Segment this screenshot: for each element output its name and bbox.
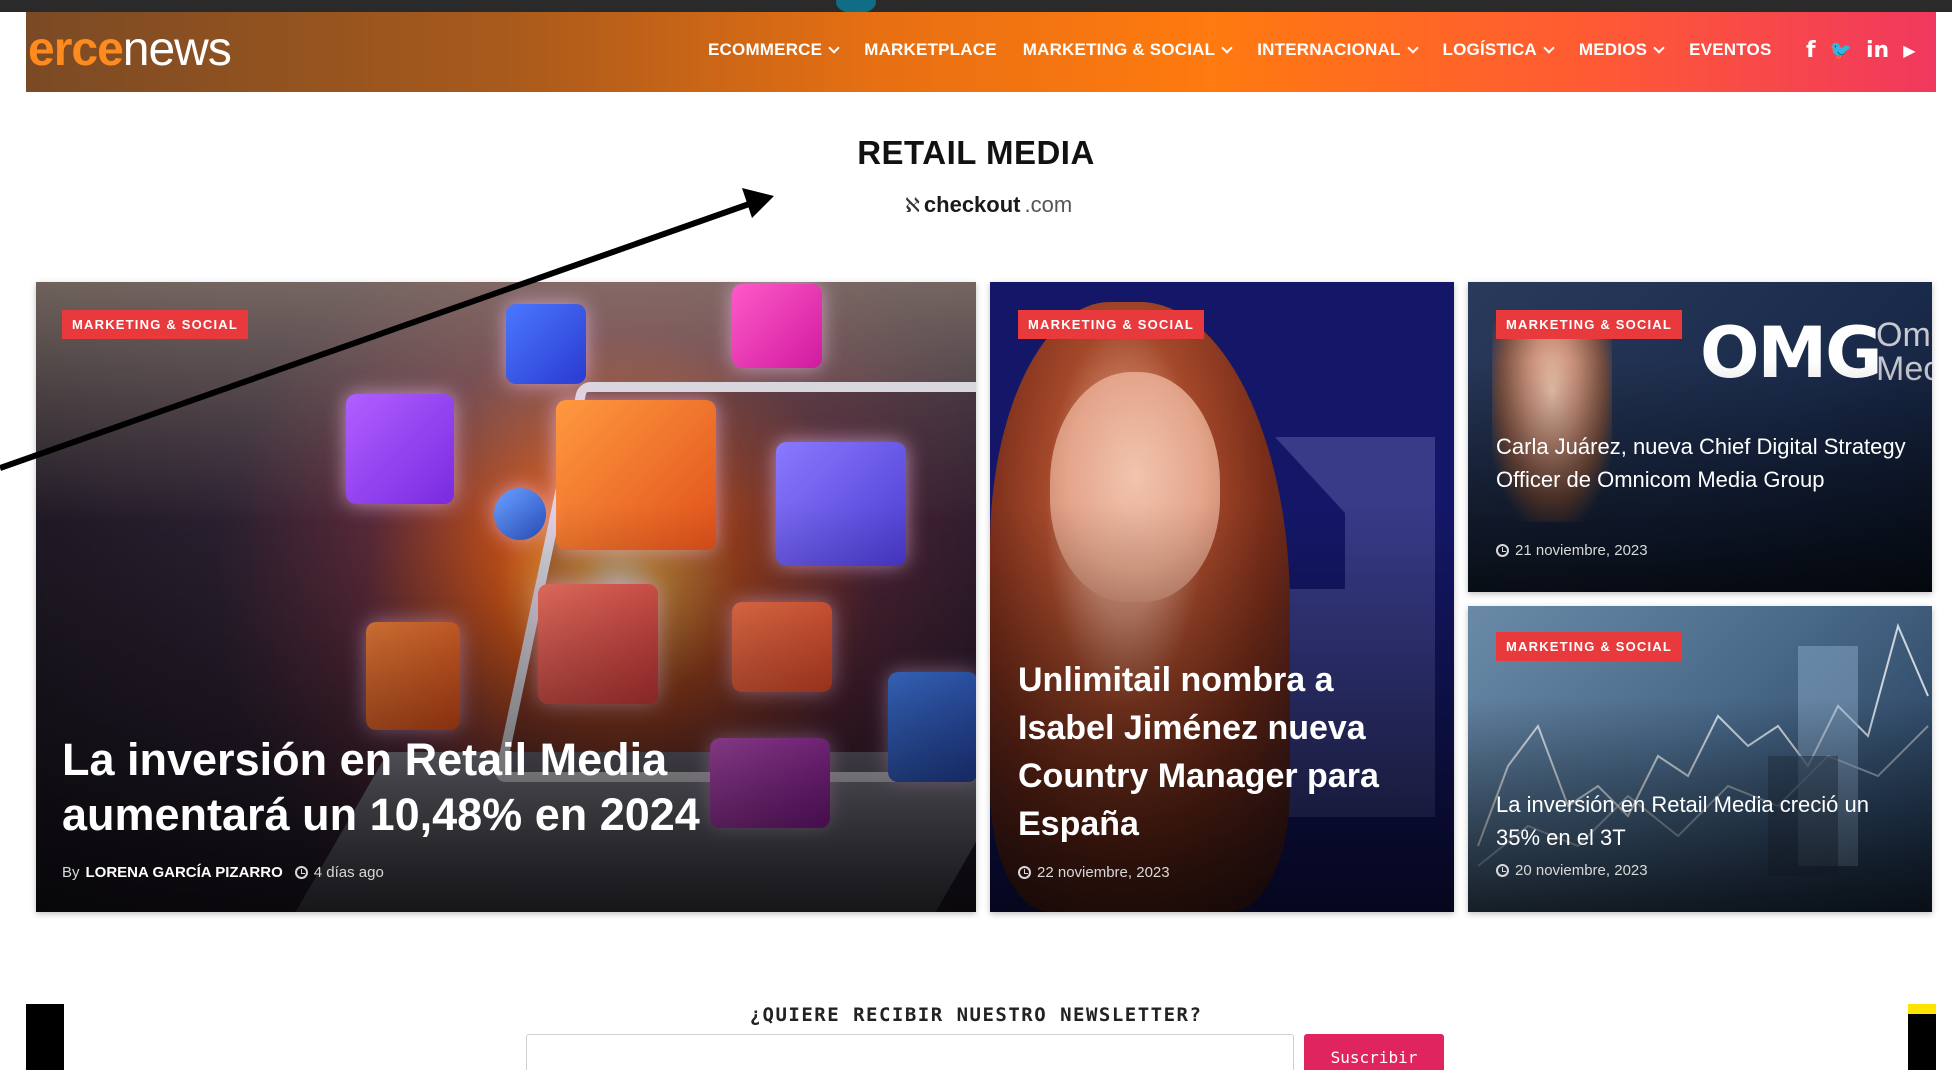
article-date: 4 días ago xyxy=(313,864,384,881)
logo-text-part2: news xyxy=(122,23,232,76)
chevron-down-icon xyxy=(1406,41,1419,54)
nav-label: INTERNACIONAL xyxy=(1257,40,1401,59)
article-date: 20 noviembre, 2023 xyxy=(1515,862,1648,879)
clock-icon xyxy=(1496,544,1509,557)
featured-article-card[interactable]: MARKETING & SOCIAL La inversión en Retai… xyxy=(36,282,976,912)
sponsor-brand: checkout xyxy=(923,192,1021,217)
article-title[interactable]: Carla Juárez, nueva Chief Digital Strate… xyxy=(1496,430,1916,496)
chevron-down-icon xyxy=(828,41,840,54)
category-badge[interactable]: MARKETING & SOCIAL xyxy=(1496,310,1683,339)
category-badge[interactable]: MARKETING & SOCIAL xyxy=(1018,310,1205,339)
article-meta: 21 noviembre, 2023 xyxy=(1496,542,1648,559)
article-title[interactable]: La inversión en Retail Media creció un 3… xyxy=(1496,788,1916,854)
nav-item-marketing-social[interactable]: MARKETING & SOCIAL xyxy=(1022,40,1233,60)
newsletter-title: ¿QUIERE RECIBIR NUESTRO NEWSLETTER? xyxy=(749,1004,1203,1026)
nav-item-marketplace[interactable]: MARKETPLACE xyxy=(864,40,997,60)
browser-top-strip xyxy=(0,0,1952,14)
house-app-icon xyxy=(346,394,454,504)
twitter-icon[interactable]: 🐦 xyxy=(1830,40,1852,61)
sponsor-domain: .com xyxy=(1024,192,1073,217)
article-title[interactable]: La inversión en Retail Media aumentará u… xyxy=(62,732,822,842)
article-card[interactable]: OMG Om Mec MARKETING & SOCIAL Carla Juár… xyxy=(1468,282,1932,592)
article-meta: 20 noviembre, 2023 xyxy=(1496,862,1648,879)
nav-label: MARKETPLACE xyxy=(864,40,997,59)
category-badge[interactable]: MARKETING & SOCIAL xyxy=(62,310,249,339)
nav-item-medios[interactable]: MEDIOS xyxy=(1578,40,1665,60)
article-date: 21 noviembre, 2023 xyxy=(1515,542,1648,559)
sponsor-logo[interactable]: ℵ checkout .com xyxy=(905,192,1072,218)
article-title[interactable]: Unlimitail nombra a Isabel Jiménez nueva… xyxy=(1018,656,1438,848)
article-card[interactable]: MARKETING & SOCIAL Unlimitail nombra a I… xyxy=(990,282,1454,912)
site-logo[interactable]: ercenews xyxy=(28,23,232,76)
nav-item-internacional[interactable]: INTERNACIONAL xyxy=(1257,40,1419,60)
chevron-down-icon xyxy=(1221,41,1233,54)
article-meta: 22 noviembre, 2023 xyxy=(1018,864,1170,881)
page: ercenews ECOMMERCE MARKETPLACE MARKETING… xyxy=(0,0,1952,1070)
by-label: By xyxy=(62,864,80,881)
nav-label: EVENTOS xyxy=(1689,40,1772,59)
linkedin-icon[interactable]: in xyxy=(1866,38,1889,63)
social-links: f 🐦 in ▶ xyxy=(1806,38,1916,63)
clock-icon xyxy=(1018,866,1031,879)
article-card[interactable]: MARKETING & SOCIAL La inversión en Retai… xyxy=(1468,606,1932,912)
facebook-icon[interactable]: f xyxy=(1806,38,1816,63)
main-nav: ECOMMERCE MARKETPLACE MARKETING & SOCIAL… xyxy=(708,40,1798,60)
chevron-down-icon xyxy=(1543,41,1555,54)
chevron-down-icon xyxy=(1653,41,1665,54)
document-app-icon xyxy=(732,284,822,368)
nav-item-ecommerce[interactable]: ECOMMERCE xyxy=(708,40,840,60)
site-header: ercenews ECOMMERCE MARKETPLACE MARKETING… xyxy=(26,12,1936,92)
nav-label: LOGÍSTICA xyxy=(1442,40,1537,59)
clock-icon xyxy=(1496,864,1509,877)
youtube-icon[interactable]: ▶ xyxy=(1903,41,1915,60)
nav-item-eventos[interactable]: EVENTOS xyxy=(1689,40,1771,60)
newsletter-email-input[interactable] xyxy=(526,1034,1294,1070)
card-gradient-overlay xyxy=(36,502,976,912)
clock-icon xyxy=(294,866,308,879)
article-meta: By LORENA GARCÍA PIZARRO 4 días ago xyxy=(62,864,384,881)
nav-label: MARKETING & SOCIAL xyxy=(1022,40,1216,59)
video-app-icon xyxy=(506,304,586,384)
checkout-logo-icon: ℵ xyxy=(905,193,920,217)
category-badge[interactable]: MARKETING & SOCIAL xyxy=(1496,632,1683,661)
nav-item-logistica[interactable]: LOGÍSTICA xyxy=(1442,40,1555,60)
subscribe-button[interactable]: Suscribir xyxy=(1304,1034,1444,1070)
nav-label: ECOMMERCE xyxy=(708,40,823,59)
article-date: 22 noviembre, 2023 xyxy=(1037,864,1170,881)
author-link[interactable]: LORENA GARCÍA PIZARRO xyxy=(86,864,283,881)
logo-text-part1: erce xyxy=(28,23,124,76)
section-title: RETAIL MEDIA xyxy=(857,134,1095,171)
nav-label: MEDIOS xyxy=(1578,40,1648,59)
